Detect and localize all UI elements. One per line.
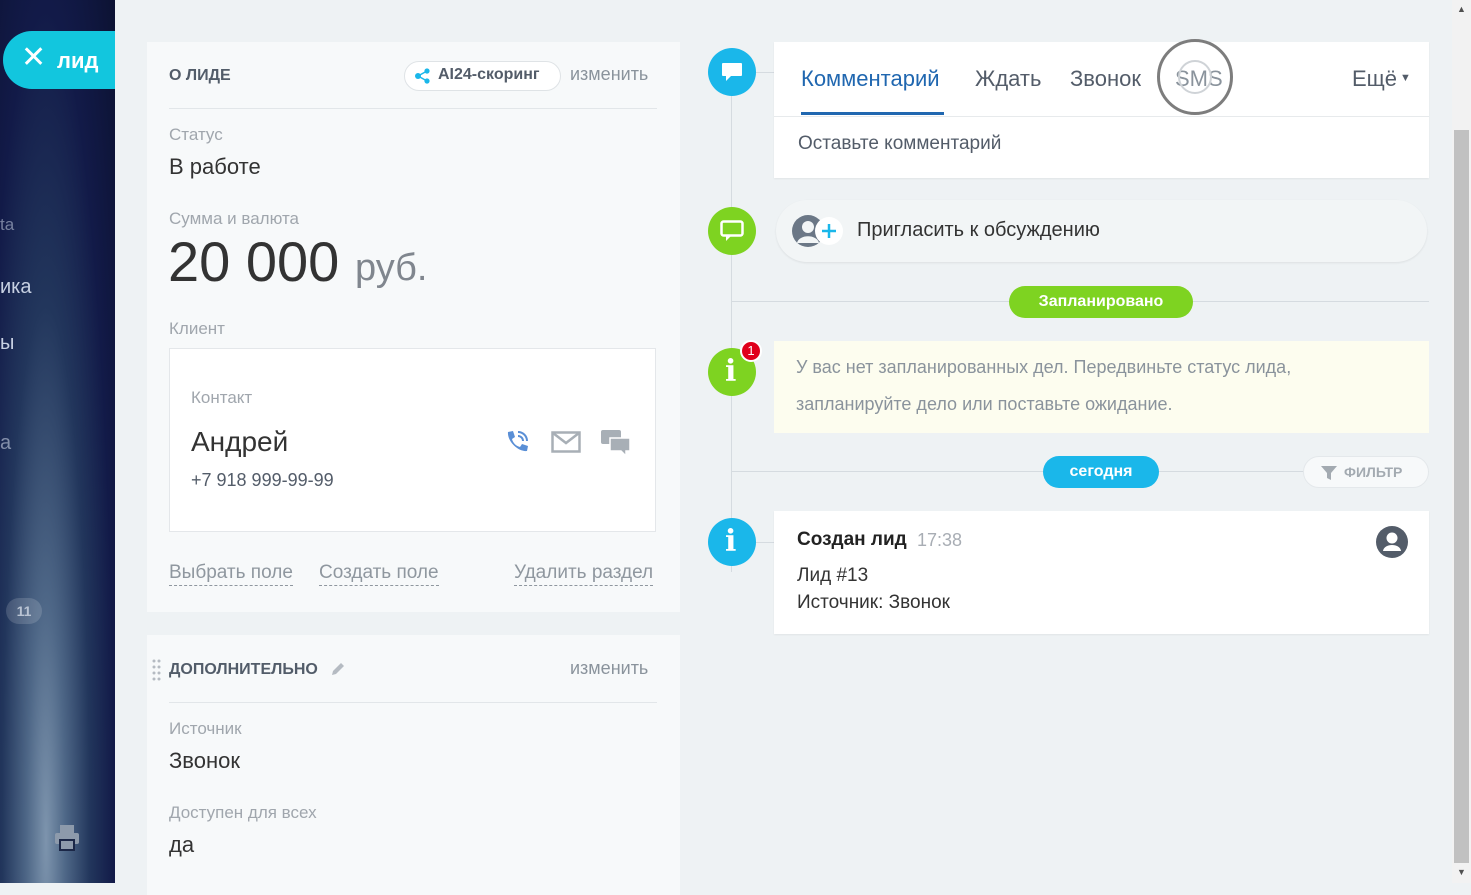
event-line-2: Источник: Звонок: [797, 592, 950, 613]
comment-input[interactable]: Оставьте комментарий: [798, 133, 1001, 155]
sidebar-fragment: ta: [0, 215, 15, 234]
phone-icon[interactable]: [503, 428, 531, 456]
more-menu[interactable]: Ещё: [1352, 66, 1397, 92]
scroll-down-icon[interactable]: ▼: [1457, 867, 1466, 877]
divider: [169, 108, 657, 109]
status-label: Статус: [169, 125, 223, 144]
connector: [756, 542, 774, 543]
sidebar-fragment[interactable]: а: [0, 432, 11, 455]
counter-badge: 11: [6, 598, 42, 624]
left-sidebar-background: ta ика ы а: [0, 0, 115, 883]
active-tab-underline: [801, 112, 944, 115]
close-lead-label: лид: [57, 48, 99, 73]
comment-icon: [722, 63, 742, 81]
scrollbar-thumb[interactable]: [1454, 130, 1469, 863]
available-value: да: [169, 832, 195, 857]
filter-icon: [1321, 466, 1337, 480]
additional-card-title: ДОПОЛНИТЕЛЬНО: [169, 661, 318, 678]
pencil-icon[interactable]: [331, 661, 346, 676]
tab-call[interactable]: Звонок: [1070, 66, 1141, 92]
today-tag: сегодня: [1043, 456, 1159, 488]
drag-handle-icon[interactable]: [152, 659, 162, 681]
select-field-link[interactable]: Выбрать поле: [169, 562, 293, 586]
status-value: В работе: [169, 154, 261, 179]
lead-created-event: Создан лид 17:38 Лид #13 Источник: Звоно…: [774, 511, 1429, 634]
timeline-comment-node: [708, 48, 756, 96]
contact-label: Контакт: [191, 388, 253, 407]
about-card-title: О ЛИДЕ: [169, 67, 231, 84]
click-highlight-inner: [1178, 60, 1212, 94]
info-icon: i: [725, 524, 737, 559]
close-icon: ✕: [21, 41, 47, 74]
activity-editor: Комментарий Ждать Звонок SMS Ещё ▼ Остав…: [774, 39, 1429, 178]
editor-divider: [774, 116, 1429, 117]
chevron-down-icon[interactable]: ▼: [1400, 72, 1411, 84]
close-lead-button[interactable]: ✕ лид: [3, 31, 115, 89]
create-field-link[interactable]: Создать поле: [319, 562, 439, 586]
scroll-up-icon[interactable]: ▲: [1457, 4, 1466, 14]
print-icon[interactable]: [54, 824, 80, 852]
invite-label: Пригласить к обсуждению: [857, 219, 1100, 241]
user-avatar-icon[interactable]: [1376, 526, 1408, 558]
no-activities-notice: У вас нет запланированных дел. Передвинь…: [774, 341, 1429, 433]
notice-counter-badge: 1: [740, 340, 762, 362]
ai-scoring-label: AI24-скоринг: [438, 66, 540, 83]
planned-tag: Запланировано: [1009, 286, 1193, 318]
source-label: Источник: [169, 719, 242, 738]
ai-scoring-button[interactable]: AI24-скоринг: [404, 61, 561, 91]
ai-scoring-icon: [415, 68, 430, 84]
delete-section-link[interactable]: Удалить раздел: [514, 562, 654, 586]
amount-label: Сумма и валюта: [169, 209, 299, 228]
contact-name[interactable]: Андрей: [191, 426, 288, 458]
connector: [756, 72, 774, 73]
filter-button[interactable]: ФИЛЬТР: [1303, 456, 1429, 488]
timeline-line: [731, 72, 732, 572]
filter-label: ФИЛЬТР: [1344, 464, 1403, 480]
amount-value: 20 000: [168, 230, 340, 293]
info-icon: i: [725, 354, 737, 389]
currency-label: руб.: [355, 247, 428, 289]
tab-wait[interactable]: Ждать: [975, 66, 1041, 92]
source-value: Звонок: [169, 748, 240, 773]
chat-icon[interactable]: [600, 429, 632, 457]
event-title: Создан лид: [797, 529, 907, 550]
event-line-1[interactable]: Лид #13: [797, 565, 868, 587]
tab-comment[interactable]: Комментарий: [801, 66, 940, 92]
divider: [169, 702, 657, 703]
notice-line-1: У вас нет запланированных дел. Передвинь…: [796, 357, 1292, 377]
contact-phone[interactable]: +7 918 999-99-99: [191, 470, 334, 491]
timeline-event-node: i: [708, 518, 756, 566]
chat-bubble-icon: [720, 220, 744, 241]
sidebar-fragment[interactable]: ика: [0, 276, 31, 299]
timeline-invite-node: [708, 207, 756, 255]
sidebar-fragment[interactable]: ы: [0, 332, 14, 355]
notice-line-2: запланируйте дело или поставьте ожидание…: [796, 394, 1173, 414]
about-edit-link[interactable]: изменить: [570, 64, 648, 85]
available-label: Доступен для всех: [169, 803, 317, 822]
email-icon[interactable]: [551, 431, 581, 453]
invite-to-discussion-button[interactable]: Пригласить к обсуждению: [776, 200, 1427, 262]
add-user-icon: [792, 215, 843, 247]
client-label: Клиент: [169, 319, 225, 338]
additional-edit-link[interactable]: изменить: [570, 658, 648, 679]
event-time: 17:38: [917, 530, 963, 550]
